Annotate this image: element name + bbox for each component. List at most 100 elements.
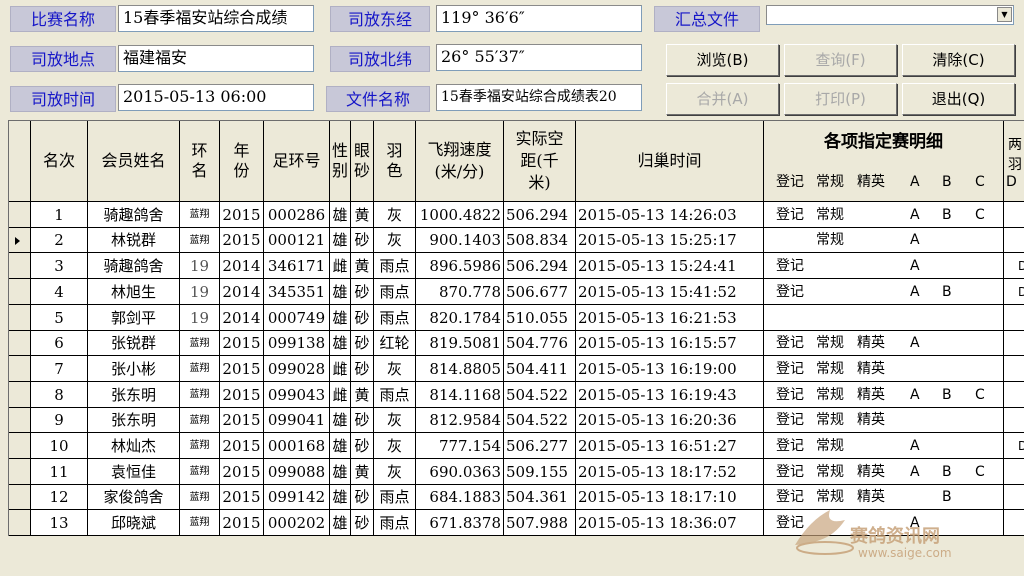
cell-speed[interactable]: 1000.4822	[416, 202, 504, 228]
cell-arrival[interactable]: 2015-05-13 18:17:10	[576, 485, 764, 510]
race-name-field[interactable]: 15春季福安站综合成绩	[118, 5, 314, 32]
cell-rank[interactable]: 1	[31, 202, 88, 228]
cell-distance[interactable]: 504.776	[504, 331, 576, 356]
cell-speed[interactable]: 814.1168	[416, 382, 504, 408]
cell-distance[interactable]: 510.055	[504, 305, 576, 331]
cell-extra[interactable]	[1004, 382, 1024, 408]
cell-sex[interactable]: 雄	[330, 305, 351, 331]
cell-ring[interactable]: 蓝翔	[180, 433, 220, 459]
cell-speed[interactable]: 812.9584	[416, 408, 504, 433]
results-grid[interactable]: 名次 会员姓名 环名 年份 足环号 性别 眼砂 羽色 飞翔速度(米/分) 实际空…	[8, 120, 1024, 536]
cell-distance[interactable]: 504.522	[504, 408, 576, 433]
cell-color[interactable]: 雨点	[374, 382, 416, 408]
cell-ring-no[interactable]: 000121	[264, 228, 330, 253]
cell-member[interactable]: 骑趣鸽舍	[88, 253, 180, 279]
cell-sex[interactable]: 雄	[330, 510, 351, 536]
release-time-field[interactable]: 2015-05-13 06:00	[118, 84, 314, 111]
cell-arrival[interactable]: 2015-05-13 14:26:03	[576, 202, 764, 228]
cell-detail[interactable]	[764, 305, 1004, 331]
summary-file-combo[interactable]: ▼	[766, 5, 1014, 25]
cell-ring-no[interactable]: 346171	[264, 253, 330, 279]
row-selector[interactable]	[9, 331, 31, 356]
cell-ring[interactable]: 19	[180, 279, 220, 305]
release-north-field[interactable]: 26° 55′37″	[436, 44, 642, 71]
cell-ring[interactable]: 蓝翔	[180, 510, 220, 536]
cell-rank[interactable]: 10	[31, 433, 88, 459]
cell-eye[interactable]: 砂	[351, 485, 374, 510]
cell-speed[interactable]: 870.778	[416, 279, 504, 305]
cell-member[interactable]: 张锐群	[88, 331, 180, 356]
cell-rank[interactable]: 3	[31, 253, 88, 279]
file-name-field[interactable]: 15春季福安站综合成绩表20	[436, 84, 642, 111]
cell-extra[interactable]	[1004, 459, 1024, 485]
cell-ring[interactable]: 19	[180, 253, 220, 279]
cell-color[interactable]: 灰	[374, 408, 416, 433]
col-sex-header[interactable]: 性别	[330, 121, 351, 202]
cell-eye[interactable]: 砂	[351, 433, 374, 459]
cell-detail[interactable]: 登记 A	[764, 253, 1004, 279]
cell-distance[interactable]: 504.522	[504, 382, 576, 408]
cell-extra[interactable]	[1004, 305, 1024, 331]
cell-eye[interactable]: 砂	[351, 305, 374, 331]
col-ring-name-header[interactable]: 环名	[180, 121, 220, 202]
cell-rank[interactable]: 7	[31, 356, 88, 382]
cell-ring[interactable]: 蓝翔	[180, 202, 220, 228]
query-button[interactable]: 查询(F)	[784, 44, 897, 76]
cell-member[interactable]: 张东明	[88, 408, 180, 433]
cell-extra[interactable]: D1	[1004, 279, 1024, 305]
cell-ring[interactable]: 蓝翔	[180, 459, 220, 485]
cell-ring[interactable]: 19	[180, 305, 220, 331]
cell-eye[interactable]: 砂	[351, 228, 374, 253]
cell-color[interactable]: 灰	[374, 228, 416, 253]
col-member-header[interactable]: 会员姓名	[88, 121, 180, 202]
cell-member[interactable]: 骑趣鸽舍	[88, 202, 180, 228]
cell-rank[interactable]: 8	[31, 382, 88, 408]
cell-speed[interactable]: 820.1784	[416, 305, 504, 331]
cell-ring-no[interactable]: 099142	[264, 485, 330, 510]
row-selector[interactable]	[9, 408, 31, 433]
cell-distance[interactable]: 506.277	[504, 433, 576, 459]
cell-arrival[interactable]: 2015-05-13 16:15:57	[576, 331, 764, 356]
cell-speed[interactable]: 900.1403	[416, 228, 504, 253]
cell-detail[interactable]: 常规 A	[764, 228, 1004, 253]
cell-speed[interactable]: 814.8805	[416, 356, 504, 382]
cell-ring-no[interactable]: 000168	[264, 433, 330, 459]
cell-rank[interactable]: 4	[31, 279, 88, 305]
cell-rank[interactable]: 13	[31, 510, 88, 536]
cell-distance[interactable]: 506.677	[504, 279, 576, 305]
cell-speed[interactable]: 690.0363	[416, 459, 504, 485]
cell-year[interactable]: 2015	[220, 459, 264, 485]
cell-detail[interactable]: 登记 常规 精英 A B C	[764, 382, 1004, 408]
row-selector[interactable]	[9, 433, 31, 459]
cell-sex[interactable]: 雌	[330, 382, 351, 408]
col-color-header[interactable]: 羽色	[374, 121, 416, 202]
cell-distance[interactable]: 506.294	[504, 202, 576, 228]
cell-speed[interactable]: 777.154	[416, 433, 504, 459]
cell-sex[interactable]: 雄	[330, 202, 351, 228]
col-speed-header[interactable]: 飞翔速度(米/分)	[416, 121, 504, 202]
cell-color[interactable]: 雨点	[374, 485, 416, 510]
dropdown-arrow-icon[interactable]: ▼	[997, 7, 1012, 22]
cell-sex[interactable]: 雄	[330, 228, 351, 253]
cell-member[interactable]: 邱晓斌	[88, 510, 180, 536]
cell-arrival[interactable]: 2015-05-13 18:17:52	[576, 459, 764, 485]
cell-year[interactable]: 2014	[220, 253, 264, 279]
print-button[interactable]: 打印(P)	[784, 83, 897, 115]
cell-extra[interactable]	[1004, 356, 1024, 382]
cell-arrival[interactable]: 2015-05-13 18:36:07	[576, 510, 764, 536]
cell-year[interactable]: 2015	[220, 331, 264, 356]
cell-ring[interactable]: 蓝翔	[180, 228, 220, 253]
cell-ring-no[interactable]: 099043	[264, 382, 330, 408]
row-selector[interactable]	[9, 382, 31, 408]
col-arrival-header[interactable]: 归巢时间	[576, 121, 764, 202]
cell-extra[interactable]	[1004, 510, 1024, 536]
cell-color[interactable]: 雨点	[374, 305, 416, 331]
cell-speed[interactable]: 684.1883	[416, 485, 504, 510]
cell-detail[interactable]: 登记 常规 A B C	[764, 202, 1004, 228]
cell-year[interactable]: 2015	[220, 433, 264, 459]
cell-color[interactable]: 雨点	[374, 510, 416, 536]
cell-distance[interactable]: 508.834	[504, 228, 576, 253]
cell-member[interactable]: 林锐群	[88, 228, 180, 253]
row-selector[interactable]	[9, 356, 31, 382]
cell-color[interactable]: 灰	[374, 433, 416, 459]
